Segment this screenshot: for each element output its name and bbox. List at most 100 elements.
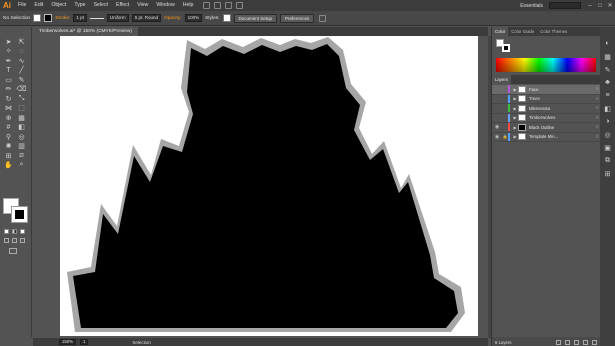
hand-tool-icon[interactable]: ✋ [3, 161, 14, 171]
artboard-tool-icon[interactable]: ⊞ [3, 151, 14, 161]
current-tool-status[interactable]: Selection [132, 340, 151, 345]
tab-color-themes[interactable]: Color Themes [537, 27, 570, 36]
width-tool-icon[interactable]: ⋈ [3, 104, 14, 114]
paintbrush-tool-icon[interactable]: ✎ [16, 75, 27, 85]
layer-name[interactable]: Black Outline [529, 125, 593, 130]
opacity-field[interactable]: 100% [184, 14, 203, 22]
fill-stroke-control[interactable] [3, 198, 29, 224]
slice-tool-icon[interactable]: ⧄ [16, 151, 27, 161]
fill-swatch[interactable] [33, 14, 42, 22]
workspace-switcher[interactable]: Essentials [514, 3, 549, 9]
delete-layer-icon[interactable] [592, 339, 597, 345]
direct-selection-tool-icon[interactable]: ⇱ [16, 37, 27, 47]
type-tool-icon[interactable]: T [3, 66, 14, 76]
zoom-level-field[interactable]: 150% [59, 339, 76, 345]
maximize-button[interactable]: □ [595, 3, 605, 9]
menu-edit[interactable]: Edit [30, 0, 47, 11]
arrange-documents-icon[interactable] [225, 2, 233, 9]
menu-file[interactable]: File [14, 0, 30, 11]
artwork[interactable] [33, 36, 488, 338]
menu-help[interactable]: Help [179, 0, 198, 11]
stroke-color-swatch[interactable] [11, 206, 28, 223]
layer-row-trees[interactable]: ▶ Trees ○ [492, 94, 601, 104]
eyedropper-tool-icon[interactable]: ⚲ [3, 132, 14, 142]
draw-behind-icon[interactable] [12, 238, 17, 243]
gradient-panel-icon[interactable]: ◧ [600, 102, 615, 115]
tab-color-guide[interactable]: Color Guide [508, 27, 537, 36]
magic-wand-tool-icon[interactable]: ✧ [3, 47, 14, 57]
line-tool-icon[interactable]: ╱ [16, 66, 27, 76]
selection-tool-icon[interactable]: ➤ [3, 37, 14, 47]
menu-object[interactable]: Object [47, 0, 70, 11]
transparency-panel-icon[interactable]: ◑ [600, 115, 615, 128]
stroke-weight-field[interactable]: 1 pt [73, 14, 87, 22]
color-panel-icon[interactable]: ◐ [600, 37, 615, 50]
symbol-sprayer-tool-icon[interactable]: ✺ [3, 142, 14, 152]
color-spectrum[interactable] [496, 58, 596, 72]
screen-mode-icon[interactable] [9, 248, 17, 254]
document-tab[interactable]: Timberwolves.ai* @ 150% (CMYK/Preview) [33, 27, 138, 36]
stroke-panel-icon[interactable]: ≡ [600, 89, 615, 102]
gradient-tool-icon[interactable]: ◧ [16, 123, 27, 133]
preferences-button[interactable]: Preferences [280, 13, 315, 23]
variable-width-profile[interactable]: Uniform [106, 14, 129, 22]
rectangle-tool-icon[interactable]: ▭ [3, 75, 14, 85]
layer-name[interactable]: Trees [529, 96, 593, 101]
layer-name[interactable]: Template Min... [529, 134, 593, 139]
new-sublayer-icon[interactable] [574, 339, 579, 345]
pencil-tool-icon[interactable]: ✏ [3, 85, 14, 95]
minimize-button[interactable]: – [585, 3, 595, 9]
layer-row-face[interactable]: ▶ Face ○ [492, 85, 601, 95]
swatches-panel-icon[interactable]: ▦ [600, 50, 615, 63]
artboard-number-field[interactable]: 1 [80, 339, 89, 345]
menu-view[interactable]: View [133, 0, 152, 11]
close-button[interactable]: ✕ [605, 2, 615, 9]
locate-object-icon[interactable] [556, 339, 561, 345]
stroke-label[interactable]: Stroke: [55, 16, 70, 21]
pen-tool-icon[interactable]: ✒ [3, 56, 14, 66]
template-visibility-icon[interactable]: ◉ [492, 134, 502, 140]
layer-row-template[interactable]: ◉ 🔒 ▶ Template Min... ○ [492, 132, 601, 142]
shape-builder-tool-icon[interactable]: ⊕ [3, 113, 14, 123]
column-graph-tool-icon[interactable]: ▥ [16, 142, 27, 152]
perspective-grid-tool-icon[interactable]: ▦ [16, 113, 27, 123]
tab-color[interactable]: Color [492, 27, 509, 36]
zoom-tool-icon[interactable]: ⌕ [16, 161, 27, 171]
rotate-tool-icon[interactable]: ↻ [3, 94, 14, 104]
document-setup-button[interactable]: Document Setup [233, 13, 278, 23]
eraser-tool-icon[interactable]: ⌫ [16, 85, 27, 95]
graphic-styles-panel-icon[interactable]: ▣ [600, 141, 615, 154]
visibility-eye-icon[interactable]: ◉ [492, 124, 502, 130]
help-search-input[interactable] [549, 2, 581, 9]
tab-layers[interactable]: Layers [492, 75, 511, 84]
layer-name[interactable]: Face [529, 87, 593, 92]
menu-window[interactable]: Window [152, 0, 178, 11]
layer-name[interactable]: Timberwolves [529, 115, 593, 120]
blend-tool-icon[interactable]: ◎ [16, 132, 27, 142]
opacity-label[interactable]: Opacity: [164, 16, 182, 21]
none-mode-icon[interactable] [20, 229, 25, 234]
layer-name[interactable]: Mlemesota [529, 106, 593, 111]
stroke-swatch[interactable] [44, 14, 53, 22]
draw-inside-icon[interactable] [20, 238, 25, 243]
brush-definition[interactable]: 5 pt. Round [131, 14, 161, 22]
layer-row-timberwolves[interactable]: ▶ Timberwolves ○ [492, 113, 601, 123]
menu-type[interactable]: Type [70, 0, 89, 11]
lasso-tool-icon[interactable]: ◌ [16, 47, 27, 57]
new-layer-icon[interactable] [583, 339, 588, 345]
menu-effect[interactable]: Effect [112, 0, 133, 11]
graphic-style-swatch[interactable] [222, 14, 231, 22]
align-icon[interactable] [319, 14, 327, 22]
appearance-panel-icon[interactable]: ◎ [600, 128, 615, 141]
layer-row-mlemesota[interactable]: ▶ Mlemesota ○ [492, 104, 601, 114]
gradient-mode-icon[interactable] [12, 229, 17, 234]
stock-icon[interactable] [214, 2, 222, 9]
scale-tool-icon[interactable]: ⤡ [16, 94, 27, 104]
artboards-panel-icon[interactable]: ⊞ [600, 167, 615, 180]
clipping-mask-icon[interactable] [565, 339, 570, 345]
curvature-tool-icon[interactable]: ∿ [16, 56, 27, 66]
layers-panel-icon[interactable]: ⧉ [600, 154, 615, 167]
bridge-icon[interactable] [203, 2, 211, 9]
symbols-panel-icon[interactable]: ♣ [600, 76, 615, 89]
free-transform-tool-icon[interactable]: ⬚ [16, 104, 27, 114]
